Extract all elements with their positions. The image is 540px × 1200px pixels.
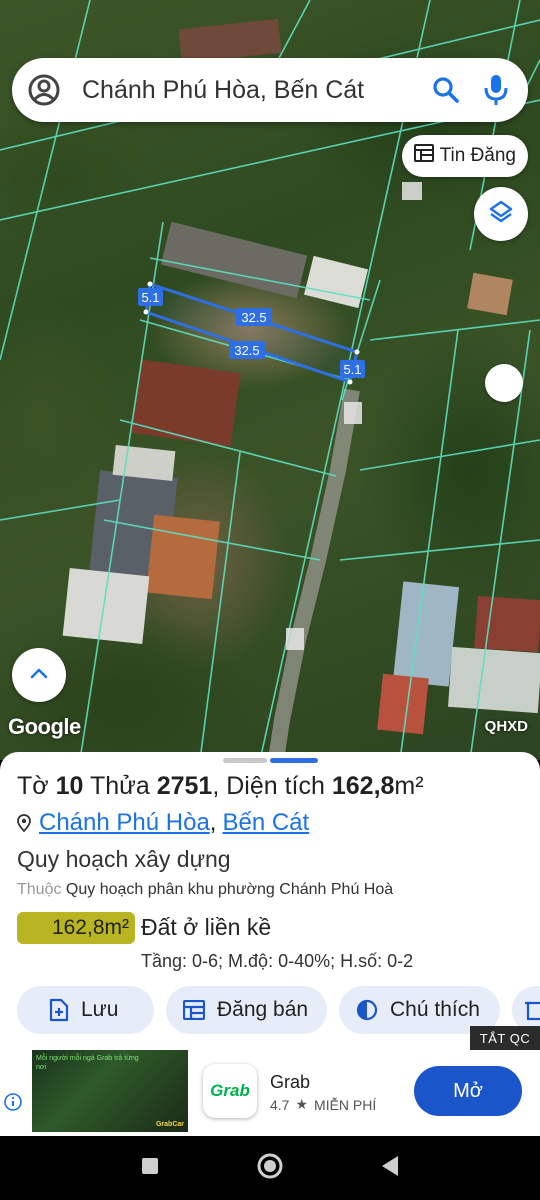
sheet-handle[interactable] <box>223 758 267 763</box>
ad-image[interactable]: Mỗi người mỗi ngả Grab trả từng nơi Grab… <box>32 1050 188 1132</box>
belongs-value: Quy hoạch phân khu phường Chánh Phú Hoà <box>65 881 394 898</box>
plan-belongs: Thuộc Quy hoạch phân khu phường Chánh Ph… <box>17 881 393 899</box>
account-icon[interactable] <box>26 72 62 108</box>
belongs-label: Thuộc <box>17 881 62 898</box>
sell-label: Đăng bán <box>217 998 309 1021</box>
chevron-up-icon <box>29 666 49 685</box>
dimension-label: 5.1 <box>138 288 163 306</box>
save-button[interactable]: Lưu <box>17 986 154 1034</box>
parcel-title: Tờ 10 Thửa 2751, Diện tích 162,8m² <box>17 772 424 801</box>
ad-app-name: Grab <box>270 1072 311 1092</box>
sheet-handle-active[interactable] <box>270 758 318 763</box>
tin-dang-label: Tin Đăng <box>439 145 516 166</box>
save-label: Lưu <box>81 998 119 1021</box>
plan-title: Quy hoạch xây dựng <box>17 846 231 872</box>
layers-button[interactable] <box>474 187 528 241</box>
sheet-number: 10 <box>55 772 84 800</box>
info-icon[interactable] <box>4 1093 22 1111</box>
microphone-icon[interactable] <box>478 72 514 108</box>
location-line: Chánh Phú Hòa, Bến Cát <box>17 809 309 837</box>
svg-text:5.1: 5.1 <box>343 362 361 377</box>
search-bar[interactable]: Chánh Phú Hòa, Bến Cát <box>12 58 528 122</box>
zoning-specs: Tầng: 0-6; M.độ: 0-40%; H.số: 0-2 <box>141 951 414 971</box>
plot-label: Thửa <box>89 772 150 800</box>
map-control-button[interactable] <box>485 364 523 402</box>
ad-price: MIỄN PHÍ <box>314 1096 377 1113</box>
dimension-label: 5.1 <box>340 360 365 378</box>
ad-open-button[interactable]: Mở <box>414 1066 522 1116</box>
district-link[interactable]: Bến Cát <box>222 809 309 837</box>
home-button[interactable] <box>255 1153 285 1183</box>
location-pin-icon <box>17 814 31 832</box>
hide-ad-button[interactable]: TẮT QC <box>470 1026 540 1051</box>
selected-parcel[interactable] <box>144 282 359 384</box>
svg-text:5.1: 5.1 <box>141 290 159 305</box>
land-type: Đất ở liền kề <box>141 914 272 940</box>
listing-icon <box>413 144 434 168</box>
add-file-icon <box>49 998 69 1022</box>
home-circle-icon <box>256 1152 284 1185</box>
grab-logo: Grab <box>203 1064 257 1118</box>
zone-area-badge: 162,8m² <box>17 912 135 944</box>
contrast-icon <box>356 999 378 1021</box>
measure-icon <box>524 999 540 1021</box>
plot-number: 2751 <box>156 772 213 800</box>
search-input[interactable]: Chánh Phú Hòa, Bến Cát <box>82 76 428 105</box>
ad-image-subtext: GrabCar <box>155 1121 184 1128</box>
search-icon[interactable] <box>428 72 464 108</box>
listing-icon <box>183 1000 205 1020</box>
expand-button[interactable] <box>12 648 66 702</box>
system-nav-bar <box>0 1136 540 1200</box>
area-value: 162,8 <box>331 772 395 800</box>
action-row: Lưu Đăng bán Chú thích <box>17 986 540 1034</box>
ad-banner[interactable]: Mỗi người mỗi ngả Grab trả từng nơi Grab… <box>0 1050 540 1136</box>
layer-label: QHXD <box>484 718 528 735</box>
ward-link[interactable]: Chánh Phú Hòa <box>39 809 210 837</box>
svg-text:32.5: 32.5 <box>234 343 259 358</box>
parcel-info-sheet: Tờ 10 Thửa 2751, Diện tích 162,8m² Chánh… <box>0 752 540 1052</box>
back-triangle-icon <box>380 1155 400 1182</box>
ad-rating: 4.7 <box>270 1096 290 1113</box>
area-unit: m² <box>394 772 424 800</box>
sheet-prefix: Tờ <box>17 772 49 800</box>
map-view[interactable]: 5.1 32.5 32.5 5.1 Chánh Phú Hòa, Bến Cát <box>0 0 540 760</box>
comma: , <box>209 809 217 836</box>
svg-text:32.5: 32.5 <box>241 310 266 325</box>
layers-icon <box>488 199 514 230</box>
back-button[interactable] <box>375 1153 405 1183</box>
area-label: , Diện tích <box>212 772 325 800</box>
google-attribution: Google <box>8 714 81 739</box>
recent-apps-button[interactable] <box>135 1153 165 1183</box>
ad-meta: 4.7 ★ MIỄN PHÍ <box>270 1096 376 1113</box>
legend-label: Chú thích <box>390 998 480 1021</box>
dimension-label: 32.5 <box>229 341 265 359</box>
post-sale-button[interactable]: Đăng bán <box>166 986 327 1034</box>
tin-dang-button[interactable]: Tin Đăng <box>401 135 528 177</box>
dimension-label: 32.5 <box>236 308 272 326</box>
ad-image-text: Mỗi người mỗi ngả Grab trả từng nơi <box>36 1055 139 1071</box>
star-icon: ★ <box>295 1096 309 1112</box>
square-icon <box>141 1157 159 1180</box>
